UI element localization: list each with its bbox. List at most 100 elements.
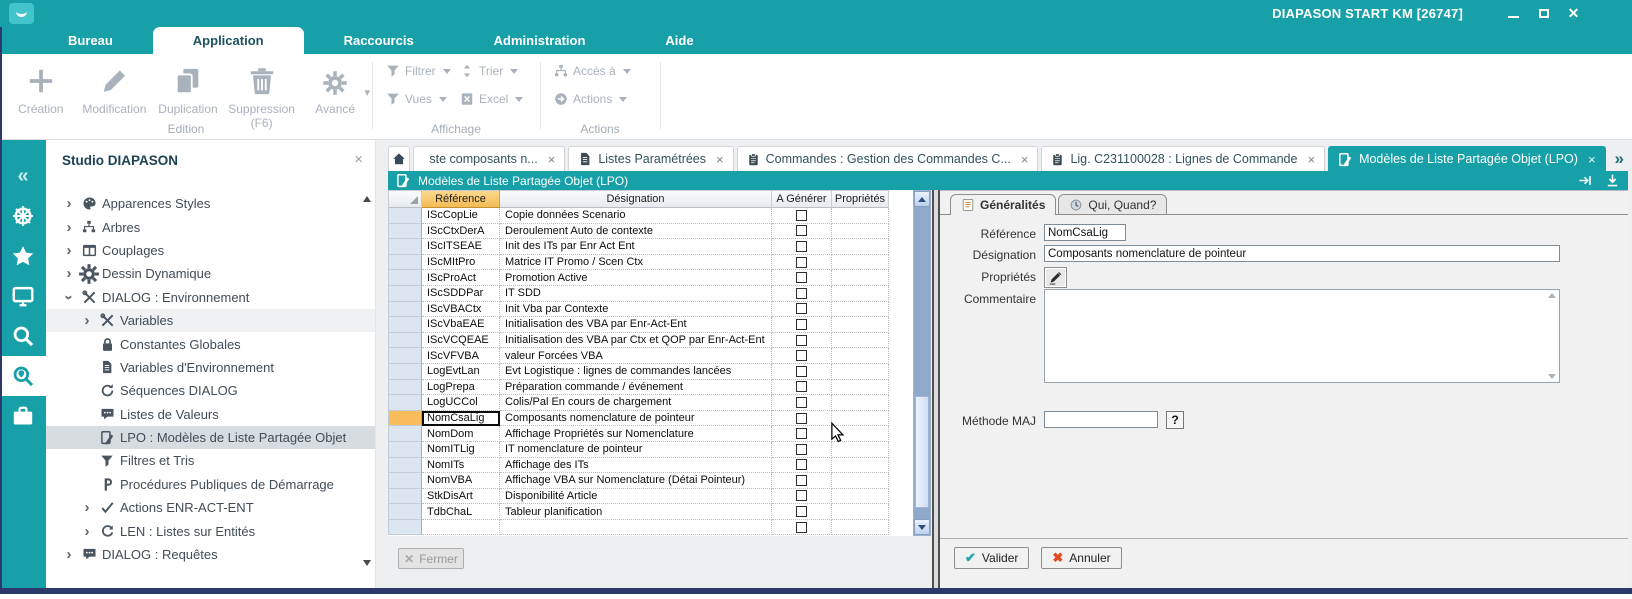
checkbox[interactable]	[796, 397, 807, 408]
cell-a-generer[interactable]	[772, 239, 832, 255]
cell-designation[interactable]	[500, 520, 772, 536]
table-row[interactable]: IScITSEAE Init des ITs par Enr Act Ent	[388, 239, 889, 255]
proprietes-button[interactable]	[1044, 267, 1067, 288]
table-row[interactable]: IScSDDPar IT SDD	[388, 286, 889, 302]
checkbox[interactable]	[796, 459, 807, 470]
row-marker-cell[interactable]	[388, 504, 422, 520]
column-header-designation[interactable]: Désignation	[500, 190, 772, 208]
row-marker-cell[interactable]	[388, 442, 422, 458]
cell-a-generer[interactable]	[772, 348, 832, 364]
scroll-up-icon[interactable]	[914, 191, 930, 207]
table-row[interactable]: NomITLig IT nomenclature de pointeur	[388, 442, 889, 458]
checkbox[interactable]	[796, 444, 807, 455]
checkbox[interactable]	[796, 241, 807, 252]
checkbox[interactable]	[796, 475, 807, 486]
expander-chevron-icon[interactable]	[60, 265, 78, 282]
tab-close-icon[interactable]	[1021, 152, 1029, 167]
cell-proprietes[interactable]	[832, 395, 889, 411]
sidebar-tree-item[interactable]: Variables d'Environnement	[46, 356, 375, 379]
sidebar-tree-item[interactable]: Listes de Valeurs	[46, 403, 375, 426]
cell-proprietes[interactable]	[832, 255, 889, 271]
expander-chevron-icon[interactable]	[78, 523, 96, 540]
table-row[interactable]: IScCtxDerA Deroulement Auto de contexte	[388, 224, 889, 240]
tab-close-icon[interactable]	[1588, 152, 1596, 167]
ribbon-button[interactable]: Filtrer	[386, 64, 460, 78]
table-row[interactable]: NomDom Affichage Propriétés sur Nomencla…	[388, 426, 889, 442]
cell-designation[interactable]: Matrice IT Promo / Scen Ctx	[500, 255, 772, 271]
cell-a-generer[interactable]	[772, 489, 832, 505]
cell-a-generer[interactable]	[772, 208, 832, 224]
ribbon-button[interactable]: Trier	[460, 64, 534, 78]
cell-a-generer[interactable]	[772, 442, 832, 458]
cell-a-generer[interactable]	[772, 364, 832, 380]
checkbox[interactable]	[796, 428, 807, 439]
cell-reference[interactable]: NomDom	[422, 426, 500, 442]
menu-tab[interactable]: Bureau	[28, 27, 153, 54]
cell-designation[interactable]: valeur Forcées VBA	[500, 348, 772, 364]
row-marker-cell[interactable]	[388, 380, 422, 396]
row-marker-cell[interactable]	[388, 239, 422, 255]
menu-tab[interactable]: Application	[153, 27, 304, 54]
cell-proprietes[interactable]	[832, 286, 889, 302]
form-tab[interactable]: Qui, Quand?	[1058, 194, 1167, 214]
document-tab[interactable]: ste composants n...	[413, 146, 565, 171]
table-row[interactable]: IScVFVBA valeur Forcées VBA	[388, 348, 889, 364]
cell-a-generer[interactable]	[772, 473, 832, 489]
textarea-scroll-up-icon[interactable]	[1548, 293, 1556, 298]
cell-designation[interactable]: Evt Logistique : lignes de commandes lan…	[500, 364, 772, 380]
row-marker-cell[interactable]	[388, 520, 422, 536]
panel-splitter[interactable]	[932, 190, 940, 588]
checkbox[interactable]	[796, 210, 807, 221]
cell-proprietes[interactable]	[832, 317, 889, 333]
table-row[interactable]: IScVBACtx Init Vba par Contexte	[388, 302, 889, 318]
rail-item[interactable]	[0, 196, 46, 236]
ribbon-button[interactable]: Duplication	[151, 60, 225, 130]
row-marker-cell[interactable]	[388, 317, 422, 333]
cell-reference[interactable]: IScSDDPar	[422, 286, 500, 302]
tree-scroll-up-icon[interactable]	[363, 196, 371, 202]
document-tab[interactable]: Listes Paramétrées	[568, 146, 733, 171]
rail-item[interactable]: «	[0, 156, 46, 196]
cell-reference[interactable]: IScProAct	[422, 270, 500, 286]
cell-proprietes[interactable]	[832, 473, 889, 489]
cell-reference[interactable]: IScMItPro	[422, 255, 500, 271]
cell-proprietes[interactable]	[832, 348, 889, 364]
expander-chevron-icon[interactable]	[60, 546, 78, 563]
row-marker-cell[interactable]	[388, 333, 422, 349]
cell-a-generer[interactable]	[772, 333, 832, 349]
table-row[interactable]: IScCopLie Copie données Scenario	[388, 208, 889, 224]
menu-tab[interactable]: Raccourcis	[304, 27, 454, 54]
cell-designation[interactable]: Promotion Active	[500, 270, 772, 286]
sidebar-tree-item[interactable]: Séquences DIALOG	[46, 379, 375, 402]
menu-tab[interactable]: Aide	[625, 27, 733, 54]
ribbon-button[interactable]: ▾ Avancé	[298, 60, 372, 130]
row-marker-cell[interactable]	[388, 302, 422, 318]
ribbon-button[interactable]: Accès à	[554, 64, 654, 78]
row-marker-cell[interactable]	[388, 270, 422, 286]
table-row[interactable]: TdbChaL Tableur planification	[388, 504, 889, 520]
row-marker-cell[interactable]	[388, 364, 422, 380]
cell-designation[interactable]: Colis/Pal En cours de chargement	[500, 395, 772, 411]
sidebar-tree-item[interactable]: Dessin Dynamique	[46, 262, 375, 285]
sidebar-tree-item[interactable]: Arbres	[46, 215, 375, 238]
cell-a-generer[interactable]	[772, 224, 832, 240]
methode-maj-input[interactable]	[1044, 411, 1158, 428]
column-header-reference[interactable]: Référence	[422, 190, 500, 208]
cell-reference[interactable]: TdbChaL	[422, 504, 500, 520]
checkbox[interactable]	[796, 350, 807, 361]
expander-chevron-icon[interactable]	[60, 242, 78, 259]
cell-proprietes[interactable]	[832, 489, 889, 505]
expander-chevron-icon[interactable]	[78, 499, 96, 516]
table-row[interactable]: IScProAct Promotion Active	[388, 270, 889, 286]
cell-reference[interactable]: NomCsaLig	[422, 411, 500, 427]
checkbox[interactable]	[796, 366, 807, 377]
cell-proprietes[interactable]	[832, 364, 889, 380]
table-scrollbar[interactable]	[913, 190, 931, 536]
sidebar-tree-item[interactable]: Filtres et Tris	[46, 449, 375, 472]
table-row[interactable]: IScVCQEAE Initialisation des VBA par Ctx…	[388, 333, 889, 349]
ribbon-button[interactable]: Excel	[460, 92, 534, 106]
ribbon-button[interactable]: Création	[4, 60, 78, 130]
checkbox[interactable]	[796, 225, 807, 236]
table-row[interactable]: IScVbaEAE Initialisation des VBA par Enr…	[388, 317, 889, 333]
cell-a-generer[interactable]	[772, 380, 832, 396]
